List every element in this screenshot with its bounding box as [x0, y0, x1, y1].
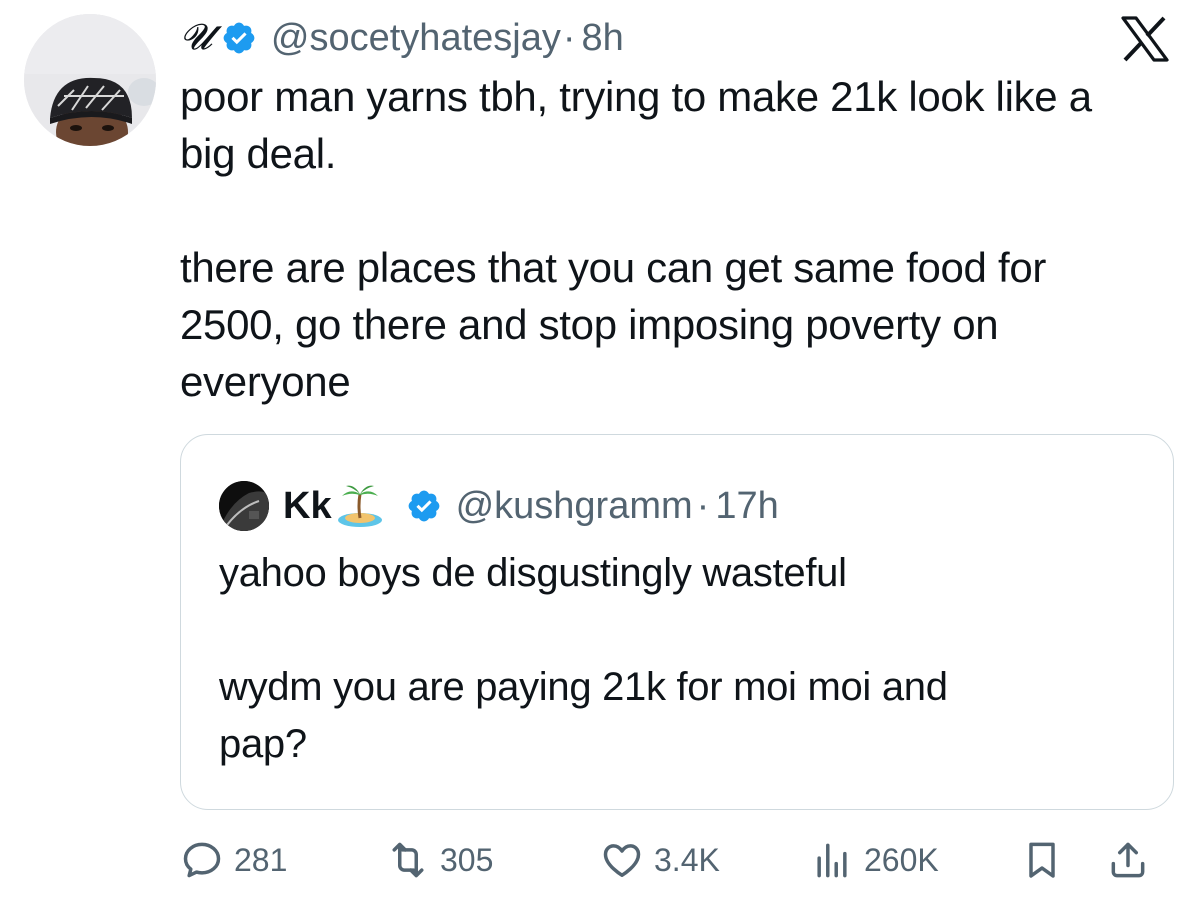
- retweet-count: 305: [440, 841, 494, 878]
- quoted-tweet-card[interactable]: Kk @kushgramm · 17h yahoo boys de disgus…: [180, 434, 1174, 810]
- tweet-action-bar: 281 305 3.4K 260K: [180, 832, 1170, 888]
- quoted-tweet-timestamp[interactable]: 17h: [715, 485, 778, 528]
- verified-badge-icon: [406, 488, 442, 524]
- desert-island-emoji-icon: [336, 482, 384, 530]
- author-avatar[interactable]: [24, 14, 156, 146]
- reply-button[interactable]: 281: [180, 832, 287, 888]
- tweet-text-line: there are places that you can get same f…: [180, 244, 1047, 291]
- quoted-author-handle[interactable]: @kushgramm: [456, 485, 693, 528]
- like-button[interactable]: 3.4K: [600, 832, 720, 888]
- like-count: 3.4K: [654, 841, 720, 878]
- tweet-card[interactable]: 𝓤 @socetyhatesjay · 8h poor man yarns tb…: [0, 0, 1200, 916]
- bookmark-icon: [1020, 838, 1074, 882]
- share-button[interactable]: [1106, 832, 1160, 888]
- tweet-text-line: everyone: [180, 358, 351, 405]
- separator-dot: ·: [562, 16, 576, 59]
- quoted-text-line: pap?: [219, 722, 307, 766]
- tweet-text-line: big deal.: [180, 130, 337, 177]
- quoted-tweet-body: yahoo boys de disgustingly wasteful wydm…: [219, 545, 1149, 773]
- bar-chart-icon: [810, 838, 864, 882]
- share-upload-icon: [1106, 838, 1160, 882]
- verified-badge-icon: [221, 20, 257, 56]
- tweet-text-line: poor man yarns tbh, trying to make 21k l…: [180, 73, 1092, 120]
- quoted-tweet-header: Kk @kushgramm · 17h: [219, 481, 779, 531]
- author-handle[interactable]: @socetyhatesjay: [271, 17, 561, 60]
- retweet-arrows-icon: [386, 838, 440, 882]
- views-button[interactable]: 260K: [810, 832, 939, 888]
- bookmark-button[interactable]: [1020, 832, 1074, 888]
- tweet-timestamp[interactable]: 8h: [582, 17, 624, 60]
- retweet-button[interactable]: 305: [386, 832, 493, 888]
- heart-icon: [600, 838, 654, 882]
- x-logo-icon: [1120, 16, 1170, 62]
- author-display-name[interactable]: 𝓤: [180, 17, 212, 59]
- tweet-text-line: 2500, go there and stop imposing poverty…: [180, 301, 999, 348]
- quoted-text-line: wydm you are paying 21k for moi moi and: [219, 665, 948, 709]
- quoted-text-line: yahoo boys de disgustingly wasteful: [219, 551, 847, 595]
- quoted-author-name[interactable]: Kk: [283, 485, 332, 528]
- quoted-author-avatar[interactable]: [219, 481, 269, 531]
- tweet-header: 𝓤 @socetyhatesjay · 8h: [180, 12, 624, 64]
- separator-dot: ·: [696, 484, 710, 527]
- reply-count: 281: [234, 841, 288, 878]
- reply-bubble-icon: [180, 838, 234, 882]
- view-count: 260K: [864, 841, 939, 878]
- tweet-body: poor man yarns tbh, trying to make 21k l…: [180, 68, 1180, 410]
